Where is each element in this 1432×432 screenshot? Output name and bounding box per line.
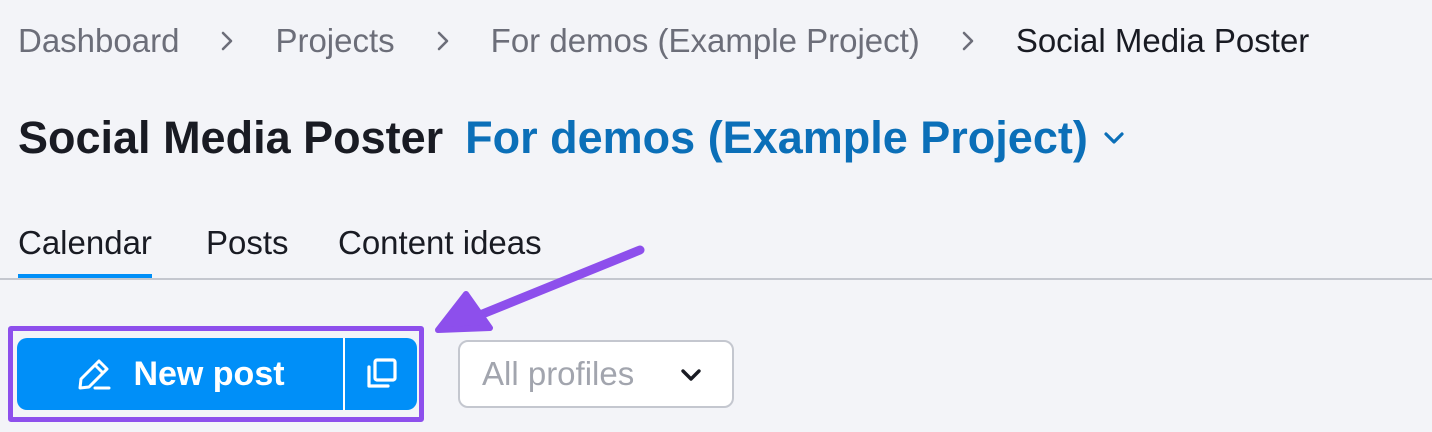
chevron-down-icon bbox=[1102, 130, 1126, 146]
breadcrumb: Dashboard Projects For demos (Example Pr… bbox=[18, 22, 1309, 60]
pencil-icon bbox=[78, 359, 111, 390]
duplicate-icon bbox=[367, 358, 397, 388]
new-post-button[interactable]: New post bbox=[17, 338, 345, 410]
new-post-button-group: New post bbox=[17, 338, 417, 410]
breadcrumb-projects[interactable]: Projects bbox=[275, 22, 394, 60]
tab-content-ideas[interactable]: Content ideas bbox=[338, 224, 542, 262]
breadcrumb-project[interactable]: For demos (Example Project) bbox=[491, 22, 920, 60]
project-selector-label: For demos (Example Project) bbox=[465, 112, 1088, 163]
duplicate-post-button[interactable] bbox=[345, 338, 417, 410]
social-media-poster-page: Dashboard Projects For demos (Example Pr… bbox=[0, 0, 1432, 432]
new-post-label: New post bbox=[133, 354, 285, 393]
chevron-right-icon bbox=[920, 29, 1016, 53]
tab-posts[interactable]: Posts bbox=[206, 224, 289, 262]
tab-calendar[interactable]: Calendar bbox=[18, 224, 152, 278]
chevron-right-icon bbox=[395, 29, 491, 53]
page-title: Social Media Poster bbox=[18, 112, 444, 163]
project-selector[interactable]: For demos (Example Project) bbox=[465, 112, 1126, 164]
tab-bar: Calendar Posts Content ideas bbox=[0, 218, 1432, 280]
breadcrumb-current: Social Media Poster bbox=[1015, 22, 1310, 59]
chevron-down-icon bbox=[681, 369, 701, 381]
chevron-right-icon bbox=[179, 29, 275, 53]
profiles-select-value: All profiles bbox=[482, 355, 635, 392]
title-row: Social Media Poster For demos (Example P… bbox=[18, 112, 1126, 164]
breadcrumb-dashboard[interactable]: Dashboard bbox=[18, 22, 179, 60]
profiles-select[interactable]: All profiles bbox=[458, 340, 734, 408]
